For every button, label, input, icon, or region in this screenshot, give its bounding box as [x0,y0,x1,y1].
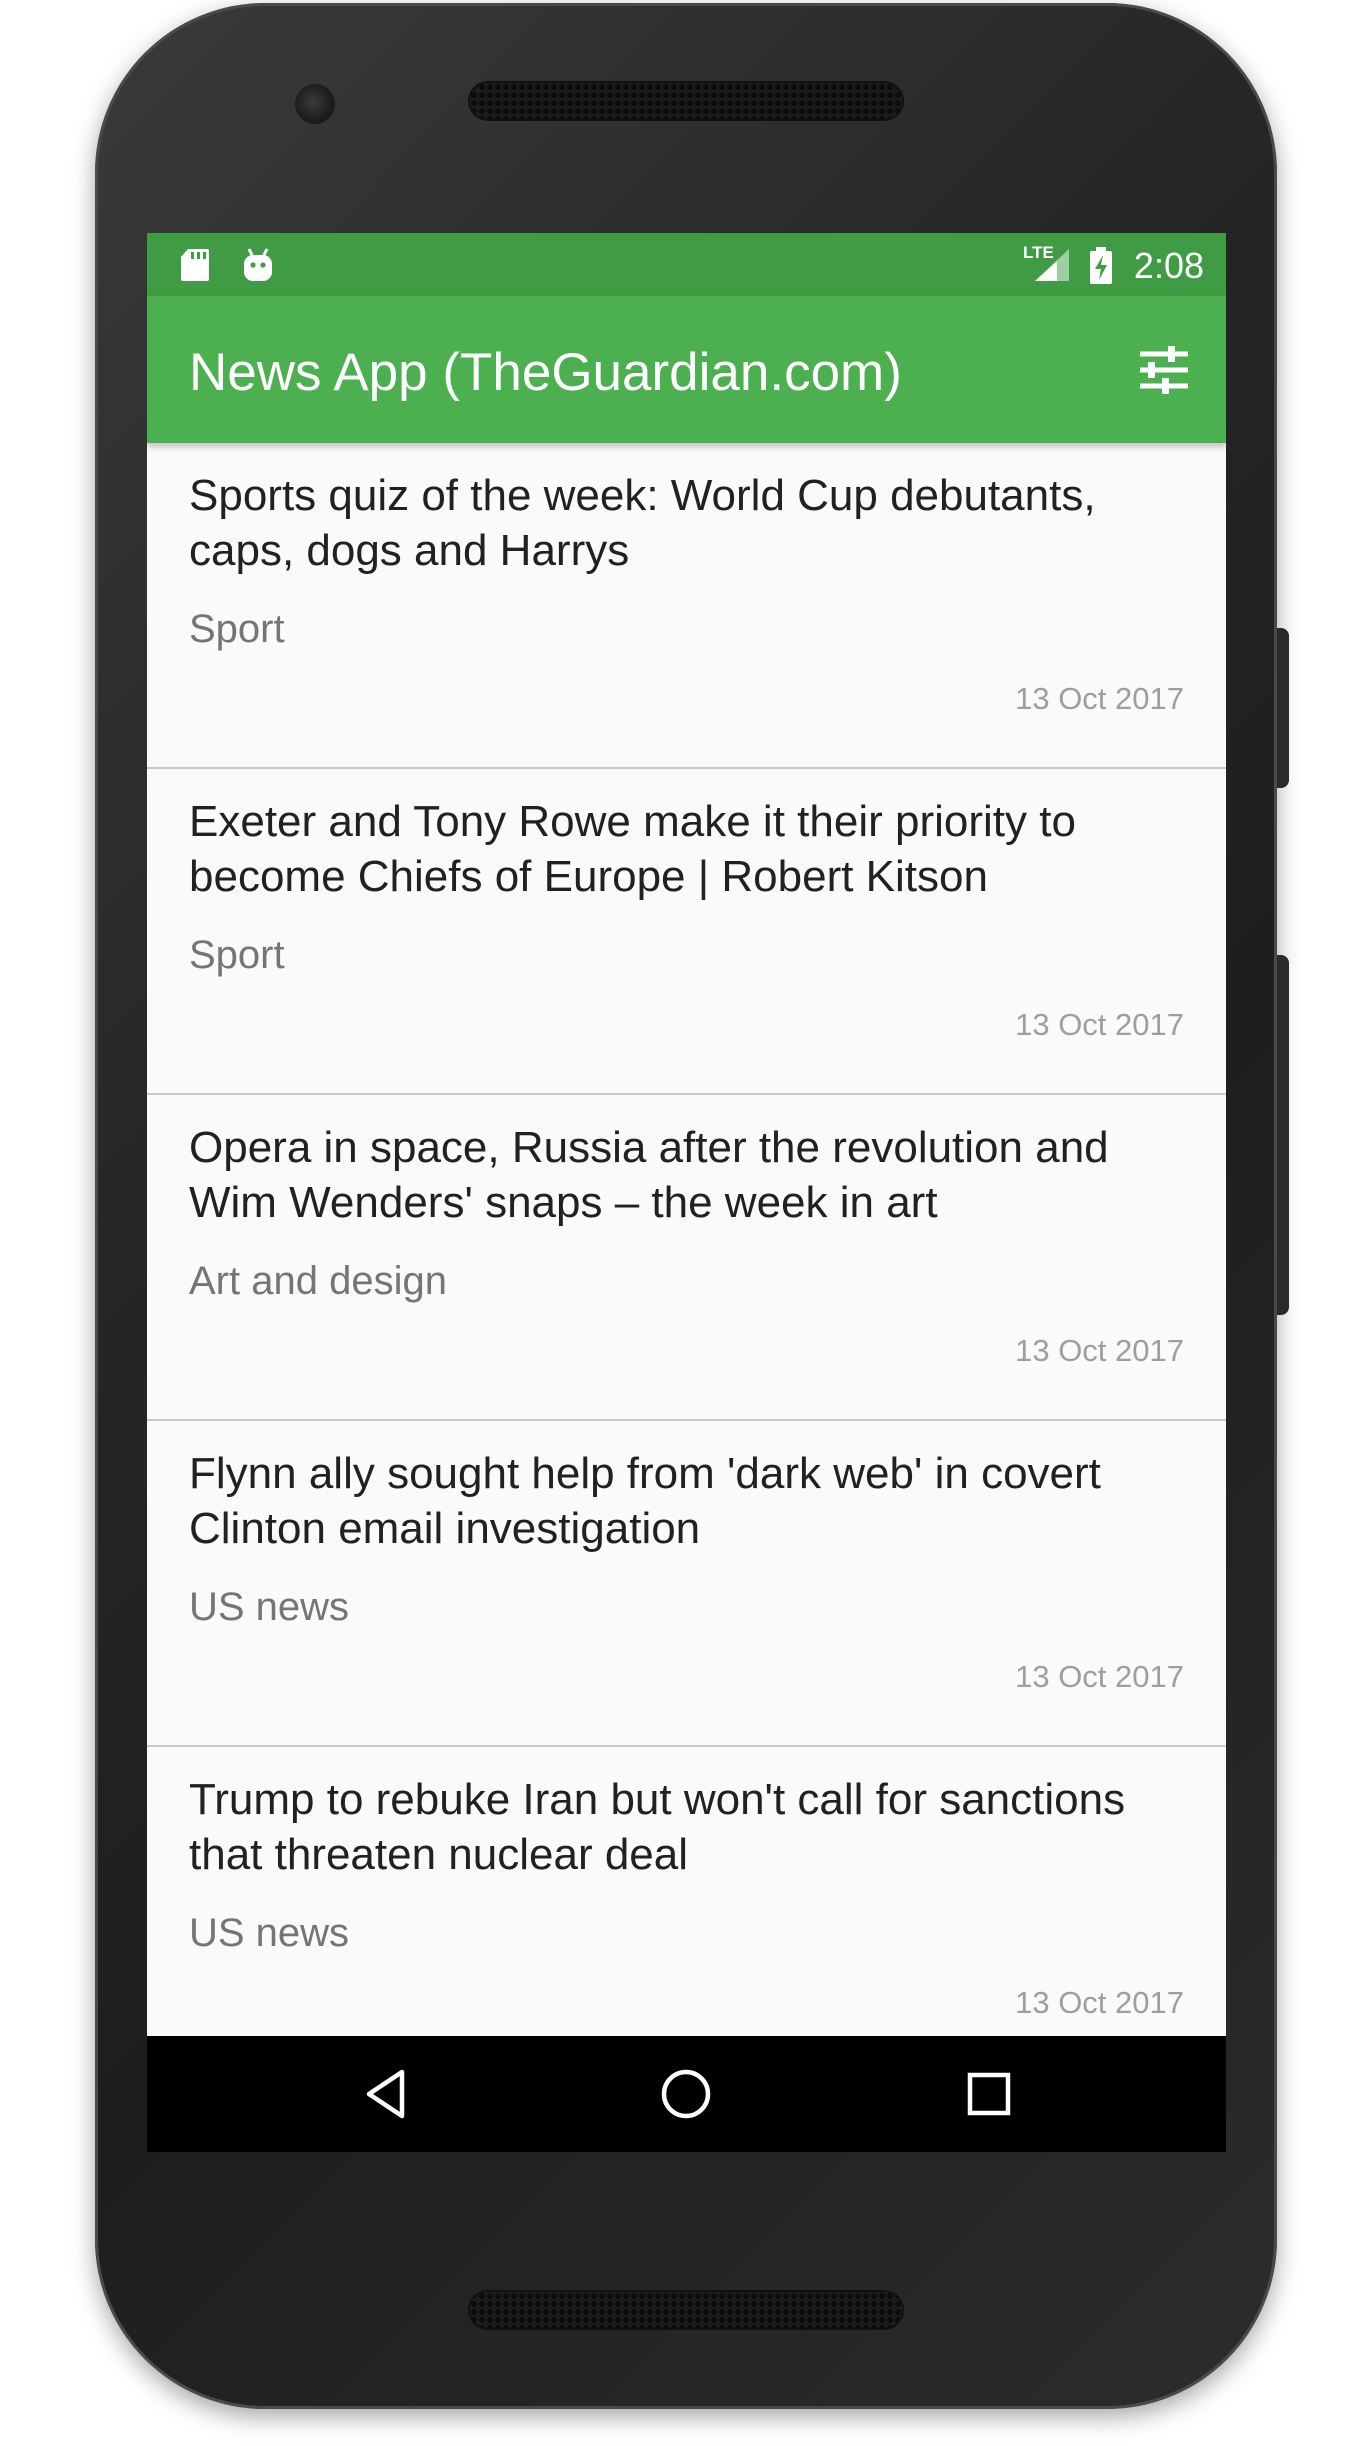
power-button [1277,628,1289,788]
article-title: Flynn ally sought help from 'dark web' i… [189,1449,1101,1553]
article-section: Art and design [189,1259,447,1303]
article-title: Sports quiz of the week: World Cup debut… [189,471,1096,575]
article-date: 13 Oct 2017 [1015,1333,1184,1368]
navigation-bar [147,2036,1226,2152]
status-time: 2:08 [1133,245,1204,286]
article-card[interactable]: Opera in space, Russia after the revolut… [147,1095,1226,1421]
article-card[interactable]: Sports quiz of the week: World Cup debut… [147,443,1226,769]
settings-sliders-icon [1140,346,1188,394]
article-section: Sport [189,933,285,977]
sd-card-icon [181,249,209,281]
battery-charging-icon [1090,247,1112,284]
article-title: Exeter and Tony Rowe make it their prior… [189,797,1076,901]
article-section: US news [189,1585,350,1629]
recents-button[interactable] [959,2064,1019,2124]
article-date: 13 Oct 2017 [1015,1659,1184,1694]
article-section: US news [189,1911,350,1955]
volume-rocker [1277,955,1289,1315]
article-section: Sport [189,607,285,651]
android-debug-icon [244,248,272,281]
app-bar: News App (TheGuardian.com) [147,296,1226,443]
app-title: News App (TheGuardian.com) [189,343,902,402]
lte-signal-icon [1035,249,1069,281]
settings-button[interactable] [1132,340,1196,400]
article-date: 13 Oct 2017 [1015,1007,1184,1042]
article-date: 13 Oct 2017 [1015,681,1184,716]
article-card[interactable]: Trump to rebuke Iran but won't call for … [147,1747,1226,2036]
back-button[interactable] [357,2064,417,2124]
article-date: 13 Oct 2017 [1015,1985,1184,2020]
screen: LTE 2:08 News App (TheGuardian.com) Spor… [147,233,1226,2152]
home-button[interactable] [656,2064,716,2124]
back-icon [366,2069,405,2119]
article-title: Trump to rebuke Iran but won't call for … [189,1775,1126,1879]
article-card[interactable]: Flynn ally sought help from 'dark web' i… [147,1421,1226,1747]
article-list[interactable]: Sports quiz of the week: World Cup debut… [147,443,1226,2036]
article-card[interactable]: Exeter and Tony Rowe make it their prior… [147,769,1226,1095]
status-bar: LTE 2:08 [147,233,1226,296]
recents-icon [967,2072,1011,2116]
bottom-speaker [470,2292,902,2328]
article-title: Opera in space, Russia after the revolut… [189,1123,1109,1227]
earpiece-speaker [470,83,902,119]
front-camera [295,84,335,124]
home-icon [661,2069,711,2119]
